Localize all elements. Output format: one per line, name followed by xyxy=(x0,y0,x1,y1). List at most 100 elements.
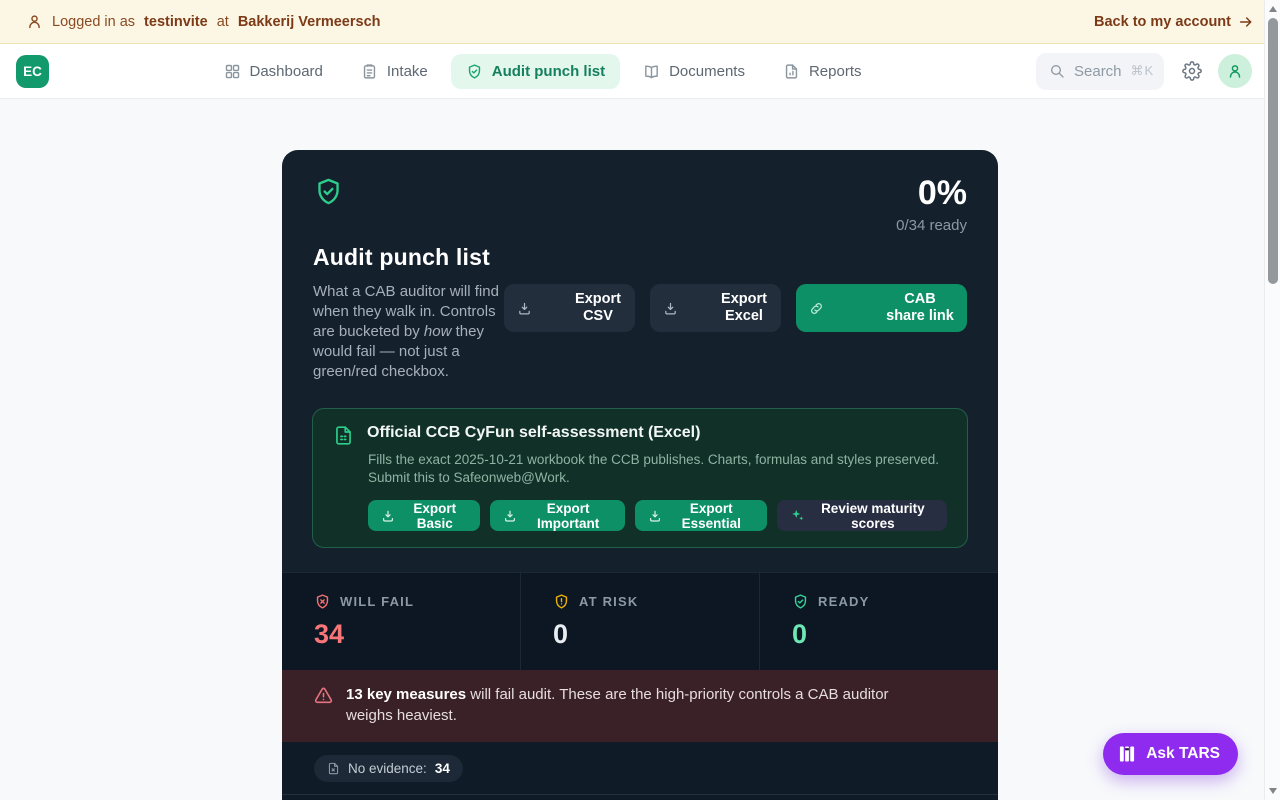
logged-in-as: Logged in as testinvite at Bakkerij Verm… xyxy=(26,13,381,30)
review-maturity-scores-button[interactable]: Review maturity scores xyxy=(777,500,947,531)
download-icon xyxy=(503,509,517,523)
link-icon xyxy=(809,301,877,316)
arrow-right-icon xyxy=(1238,14,1254,30)
ask-tars-button[interactable]: Ask TARS xyxy=(1103,733,1238,775)
nav-item-documents[interactable]: Documents xyxy=(628,54,760,89)
page-title: Audit punch list xyxy=(313,244,967,271)
cab-share-link-button[interactable]: CAB share link xyxy=(796,284,967,332)
download-icon xyxy=(648,509,662,523)
scrollbar-down-arrow[interactable] xyxy=(1269,788,1277,794)
export-basic-button[interactable]: Export Basic xyxy=(368,500,480,531)
official-box-description: Fills the exact 2025-10-21 workbook the … xyxy=(368,451,947,487)
user-avatar[interactable] xyxy=(1218,54,1252,88)
avatar-person-icon xyxy=(1226,62,1244,80)
stat-label: WILL FAIL xyxy=(340,594,414,609)
nav-item-reports[interactable]: Reports xyxy=(768,54,877,89)
cab-share-label: CAB share link xyxy=(886,291,954,325)
readiness-percent: 0% xyxy=(896,176,967,210)
official-ccb-box: Official CCB CyFun self-assessment (Exce… xyxy=(312,408,968,548)
nav-label: Intake xyxy=(387,63,428,80)
readiness-count: 0/34 ready xyxy=(896,217,967,234)
official-box-actions: Export Basic Export Important Export Ess… xyxy=(368,500,947,531)
export-csv-button[interactable]: Export CSV xyxy=(504,284,635,332)
download-icon xyxy=(517,301,565,316)
search-placeholder: Search xyxy=(1074,63,1122,80)
file-x-icon xyxy=(327,762,340,775)
export-essential-label: Export Essential xyxy=(669,501,754,531)
logged-in-prefix: Logged in as xyxy=(52,14,135,30)
search-icon xyxy=(1049,63,1065,79)
scrollbar-thumb[interactable] xyxy=(1268,18,1278,284)
download-icon xyxy=(663,301,711,316)
stat-value: 34 xyxy=(314,619,520,650)
search-shortcut: ⌘K xyxy=(1131,63,1155,79)
shield-check-icon xyxy=(466,63,483,80)
page-body: 0% 0/34 ready Audit punch list What a CA… xyxy=(0,150,1280,800)
filter-row: No evidence: 34 xyxy=(282,742,998,794)
stat-at-risk: AT RISK 0 xyxy=(520,573,759,670)
stat-label: AT RISK xyxy=(579,594,638,609)
nav-items: Dashboard Intake Audit punch list Docume… xyxy=(209,54,877,89)
logged-in-at: at xyxy=(217,14,229,30)
stat-ready: READY 0 xyxy=(759,573,998,670)
export-essential-button[interactable]: Export Essential xyxy=(635,500,767,531)
user-icon xyxy=(26,13,43,30)
page-scrollbar[interactable] xyxy=(1264,0,1280,800)
export-excel-label: Export Excel xyxy=(720,291,768,325)
stat-will-fail: WILL FAIL 34 xyxy=(282,573,520,670)
impersonation-banner: Logged in as testinvite at Bakkerij Verm… xyxy=(0,0,1280,44)
top-nav: EC Dashboard Intake Audit punch list Doc… xyxy=(0,44,1280,99)
key-measures-warning: 13 key measures will fail audit. These a… xyxy=(282,670,998,742)
export-basic-label: Export Basic xyxy=(402,501,467,531)
audit-punch-list-card: 0% 0/34 ready Audit punch list What a CA… xyxy=(282,150,998,800)
shield-check-icon xyxy=(792,593,809,610)
stat-label: READY xyxy=(818,594,870,609)
app-logo[interactable]: EC xyxy=(16,55,49,88)
nav-label: Dashboard xyxy=(250,63,323,80)
nav-item-dashboard[interactable]: Dashboard xyxy=(209,54,338,89)
filter-count: 34 xyxy=(435,761,450,776)
shield-x-icon xyxy=(314,593,331,610)
stats-band: WILL FAIL 34 AT RISK 0 READY xyxy=(282,572,998,670)
nav-item-audit-punch-list[interactable]: Audit punch list xyxy=(451,54,620,89)
warning-text: 13 key measures will fail audit. These a… xyxy=(346,684,926,726)
back-to-account-label: Back to my account xyxy=(1094,14,1231,30)
shield-alert-icon xyxy=(553,593,570,610)
no-evidence-filter-chip[interactable]: No evidence: 34 xyxy=(314,755,463,782)
spreadsheet-file-icon xyxy=(333,425,354,446)
settings-gear-icon[interactable] xyxy=(1182,61,1202,81)
logged-in-username: testinvite xyxy=(144,14,208,30)
control-row-de-ae-03-1[interactable]: DE.AE-03.1 DE.AE-03.1 KEY No evidence xyxy=(282,794,998,800)
dashboard-grid-icon xyxy=(224,63,241,80)
header-actions: Export CSV Export Excel CAB share link xyxy=(504,282,967,332)
nav-label: Audit punch list xyxy=(492,63,605,80)
export-excel-button[interactable]: Export Excel xyxy=(650,284,781,332)
back-to-account-link[interactable]: Back to my account xyxy=(1094,14,1254,30)
review-maturity-scores-label: Review maturity scores xyxy=(812,501,934,531)
download-icon xyxy=(381,509,395,523)
tars-robot-icon xyxy=(1117,744,1137,764)
scrollbar-up-arrow[interactable] xyxy=(1269,6,1277,12)
nav-item-intake[interactable]: Intake xyxy=(346,54,443,89)
nav-label: Documents xyxy=(669,63,745,80)
ask-tars-label: Ask TARS xyxy=(1146,745,1220,763)
export-csv-label: Export CSV xyxy=(574,291,622,325)
export-important-label: Export Important xyxy=(524,501,611,531)
official-box-title: Official CCB CyFun self-assessment (Exce… xyxy=(367,424,700,442)
shield-check-icon xyxy=(313,176,344,207)
sparkles-icon xyxy=(790,508,805,523)
clipboard-icon xyxy=(361,63,378,80)
stat-value: 0 xyxy=(792,619,998,650)
book-open-icon xyxy=(643,63,660,80)
stat-value: 0 xyxy=(553,619,759,650)
punch-list-section: No evidence: 34 DE.AE-03.1 DE.AE-03.1 KE… xyxy=(282,742,998,800)
report-file-icon xyxy=(783,63,800,80)
filter-label: No evidence: xyxy=(348,761,427,776)
warning-triangle-icon xyxy=(314,686,333,726)
card-header: 0% 0/34 ready Audit punch list What a CA… xyxy=(282,150,998,408)
export-important-button[interactable]: Export Important xyxy=(490,500,624,531)
page-description: What a CAB auditor will find when they w… xyxy=(313,282,504,382)
logged-in-org: Bakkerij Vermeersch xyxy=(238,14,381,30)
nav-label: Reports xyxy=(809,63,862,80)
search-input[interactable]: Search ⌘K xyxy=(1036,53,1164,90)
